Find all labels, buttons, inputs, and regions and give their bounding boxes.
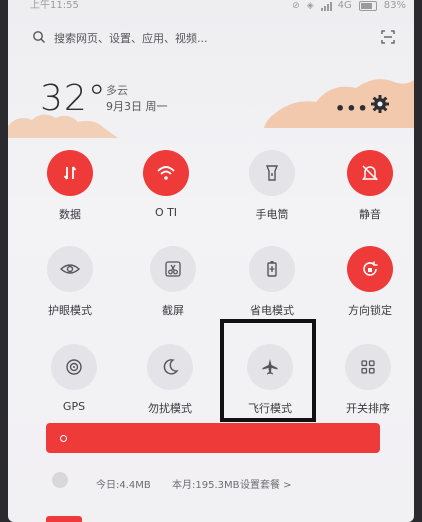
tile-label: 截屏 (162, 304, 184, 317)
wifi-icon (143, 150, 189, 196)
tile-flashlight[interactable]: 手电筒 (232, 150, 312, 230)
data-month: 本月:195.3MB (172, 480, 240, 491)
tile-label: 开关排序 (346, 402, 390, 415)
search-bar[interactable]: 搜索网页、设置、应用、视频... (20, 22, 402, 54)
tile-do-not-disturb[interactable]: 勿扰模式 (130, 344, 210, 424)
tile-screenshot[interactable]: 截屏 (133, 246, 213, 326)
data-usage-row[interactable]: 今日:4.4MB 本月:195.3MB 设置套餐 > (8, 470, 414, 494)
data-today: 今日:4.4MB (96, 480, 151, 491)
sync-icon: ⊘ (292, 1, 300, 11)
more-icon[interactable]: ••• (335, 99, 369, 118)
tile-label: 手电筒 (255, 208, 289, 221)
vibrate-icon: ◈ (306, 1, 314, 11)
tile-label: O TI (154, 206, 178, 219)
tile-wifi[interactable]: O TI (126, 150, 206, 230)
rotation-lock-icon (347, 246, 393, 292)
scan-icon[interactable] (380, 29, 396, 45)
battery-icon (249, 246, 295, 292)
flashlight-icon (249, 150, 295, 196)
highlight-annotation (220, 319, 316, 422)
moon-icon (147, 344, 193, 390)
notification-peek (46, 516, 82, 522)
signal-icon (320, 1, 332, 11)
tile-label: 静音 (359, 208, 381, 221)
brightness-slider[interactable] (46, 423, 380, 453)
battery-percent: 83% (383, 0, 406, 11)
tile-label: 勿扰模式 (148, 402, 192, 415)
brightness-icon (60, 435, 67, 442)
data-usage-icon (52, 472, 68, 488)
tile-mute[interactable]: 静音 (330, 150, 410, 230)
tile-data[interactable]: 数据 (30, 150, 110, 230)
battery-icon (358, 1, 377, 11)
tile-label: 数据 (59, 208, 81, 221)
data-arrows-icon (47, 150, 93, 196)
weather-condition: 多云 (106, 84, 128, 97)
search-icon (33, 31, 45, 43)
weather-widget[interactable]: 32° 多云 9月3日 周一 ••• (8, 62, 414, 138)
tile-sort-toggles[interactable]: 开关排序 (328, 344, 408, 424)
cloud-illustration-right (264, 79, 414, 128)
tile-eye-care[interactable]: 护眼模式 (30, 246, 110, 326)
bell-mute-icon (347, 150, 393, 196)
tile-label: 方向锁定 (348, 304, 392, 317)
control-center: 上午11:55 ⊘ ◈ 4G 83% 搜索网页、设置、应用、视频... 32° … (8, 0, 414, 522)
tile-label: 省电模式 (250, 304, 294, 317)
eye-icon (47, 246, 93, 292)
status-indicators: ⊘ ◈ 4G 83% (292, 0, 406, 12)
status-bar: 上午11:55 ⊘ ◈ 4G 83% (8, 0, 414, 14)
network-type: 4G (337, 0, 352, 11)
gps-icon (51, 344, 97, 390)
tile-power-saving[interactable]: 省电模式 (232, 246, 312, 326)
weather-date: 9月3日 周一 (106, 100, 168, 113)
search-input[interactable]: 搜索网页、设置、应用、视频... (54, 30, 208, 46)
data-plan-link[interactable]: 设置套餐 > (240, 476, 292, 491)
tile-rotation-lock[interactable]: 方向锁定 (330, 246, 410, 326)
tile-label: GPS (62, 400, 86, 413)
grid-icon (345, 344, 391, 390)
tile-gps[interactable]: GPS (34, 344, 114, 424)
scissors-icon (150, 246, 196, 292)
status-time: 上午11:55 (30, 0, 79, 11)
temperature: 32° (40, 78, 107, 119)
gear-icon[interactable] (370, 94, 390, 114)
tile-label: 护眼模式 (48, 304, 92, 317)
